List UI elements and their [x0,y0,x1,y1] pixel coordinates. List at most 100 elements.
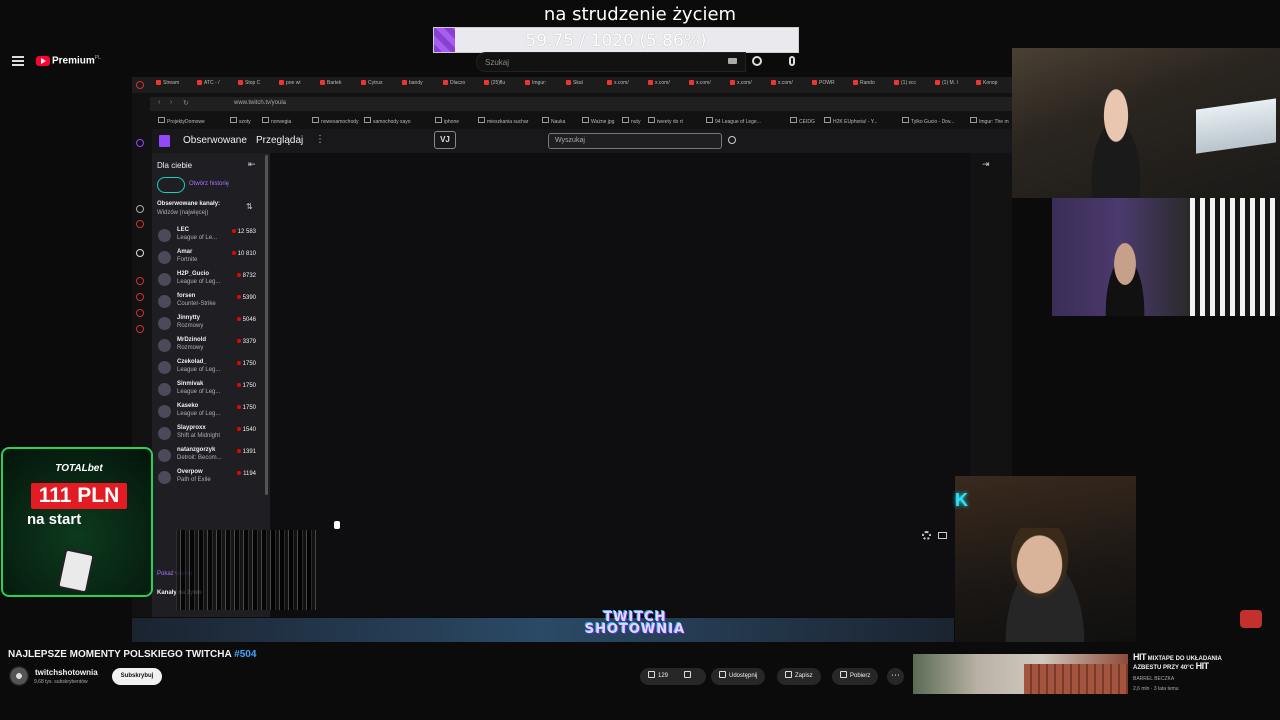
followed-channel-item[interactable]: Amar Fortnite 10 810 [152,247,270,269]
followed-channel-item[interactable]: Kaseko League of Leg... 1750 [152,401,270,423]
followed-channel-item[interactable]: Jinnytty Rozmowy 5046 [152,313,270,335]
twitch-search-input[interactable]: Wyszukaj [548,133,722,149]
video-player[interactable] [270,153,970,617]
expand-chat-icon[interactable]: ⇥ [982,159,990,170]
sidebar-scrollbar[interactable] [265,155,268,495]
youtube-premium-label[interactable]: PremiumPL [52,55,101,66]
channel-name[interactable]: twitchshotownia [35,668,98,677]
gear-ext-icon[interactable] [136,325,144,333]
followed-channel-item[interactable]: forsen Counter-Strike 5390 [152,291,270,313]
clock-ext-icon[interactable] [136,277,144,285]
download-button[interactable]: Pobierz [832,668,879,685]
browser-tab[interactable]: x.com/ [607,80,629,86]
browser-tab[interactable]: Stream [156,80,179,86]
gear-icon[interactable] [922,531,931,540]
microphone-icon[interactable] [789,56,795,66]
like-count[interactable]: 129 [658,673,668,679]
browser-tab[interactable]: Konop [976,80,997,86]
bookmark-ext-icon[interactable] [136,293,144,301]
video-hashtag[interactable]: #504 [234,649,256,660]
bookmark-item[interactable]: samochody xayo [364,117,411,125]
back-icon[interactable]: ‹ [158,99,160,106]
bookmark-item[interactable]: CEIDG [790,117,815,125]
browser-tab[interactable]: poe wi [279,80,300,86]
youtube-search-input[interactable]: Szukaj [476,52,746,72]
browser-tab[interactable]: POWR [812,80,835,86]
recommended-channel[interactable]: BARREL BECZKA [1133,676,1174,682]
subscribe-button[interactable]: Subskrybuj [112,668,162,685]
browser-tab[interactable]: Imgur: [525,80,546,86]
followed-channel-item[interactable]: LEC League of Le... 12 583 [152,225,270,247]
browser-tab[interactable]: Skal [566,80,583,86]
browser-tab[interactable]: x.com/ [771,80,793,86]
history-label[interactable]: Otwórz historię [189,181,229,187]
nav-following[interactable]: Obserwowane [183,135,247,146]
thumbs-up-icon[interactable] [648,671,655,678]
x-ext-icon[interactable] [136,249,144,257]
followed-channel-item[interactable]: Slayproxx Shift at Midnight 1540 [152,423,270,445]
sort-icon[interactable]: ⇅ [246,202,253,211]
recommended-title[interactable]: HIT MIXTAPE DO UKŁADANIA AZBESTU PRZY 40… [1133,653,1263,672]
browser-tab[interactable]: (25)flu [484,80,505,86]
thumbs-down-icon[interactable] [683,671,691,678]
followed-channel-item[interactable]: Overpow Path of Exile 1194 [152,467,270,489]
browser-tab[interactable]: Bartek [320,80,341,86]
lock-ext-icon[interactable] [136,309,144,317]
settings-ext-icon[interactable] [136,205,144,213]
history-ext-icon[interactable] [136,220,144,228]
share-button[interactable]: Udostępnij [711,668,766,685]
url-text[interactable]: www.twitch.tv/youla [234,100,286,106]
theater-mode-icon[interactable] [938,532,947,539]
twitch-ext-icon[interactable] [136,139,144,147]
browser-ext-icon[interactable] [136,81,144,89]
twitch-logo-icon[interactable] [159,135,170,147]
save-button[interactable]: Zapisz [777,668,821,685]
browser-tab[interactable]: x.com/ [689,80,711,86]
browser-tab[interactable]: Cytrus [361,80,382,86]
browser-tab[interactable]: Stop C [238,80,260,86]
bookmark-item[interactable]: nowesamochody [312,117,359,125]
bookmark-item[interactable]: H2K EUphoria! - Y... [824,117,878,125]
followed-channel-item[interactable]: Sinmivak League of Leg... 1750 [152,379,270,401]
bookmark-item[interactable]: Imgur: The m [970,117,1009,125]
youtube-logo-icon[interactable] [36,56,50,66]
twitch-search-button[interactable] [726,133,740,149]
browser-tab[interactable]: bandy [402,80,423,86]
followed-channel-item[interactable]: Czekolad_ League of Leg... 1750 [152,357,270,379]
browser-tab[interactable]: Dlaczo [443,80,465,86]
followed-channel-item[interactable]: H2P_Gucio League of Leg... 8732 [152,269,270,291]
more-icon[interactable]: ⋮ [315,134,325,145]
channel-avatar[interactable] [9,666,29,686]
vj-badge-icon[interactable]: VJ [434,131,456,149]
reload-icon[interactable]: ↻ [183,99,189,107]
browser-tab[interactable]: ATC - / [197,80,219,86]
totalbet-ad[interactable]: TOTALbet 111 PLN na start [1,447,153,597]
search-icon[interactable] [752,56,762,66]
nav-browse[interactable]: Przeglądaj [256,135,303,146]
browser-tab[interactable]: (1) M. I [935,80,958,86]
bookmark-item[interactable]: 94 League of Lege... [706,117,761,125]
followed-channel-item[interactable]: natanzgorzyk Detroit: Becom... 1391 [152,445,270,467]
browser-tab[interactable]: (1) xcc [894,80,916,86]
bookmark-item[interactable]: ProjektyDomowe [158,117,205,125]
followed-channel-item[interactable]: MrDzinold Rozmowy 3379 [152,335,270,357]
more-actions-icon[interactable]: ⋯ [887,668,904,685]
collapse-sidebar-icon[interactable]: ⇤ [248,159,256,170]
bookmark-item[interactable]: mieszkania suchar [478,117,528,125]
keyboard-icon[interactable] [728,58,737,64]
history-toggle[interactable] [157,177,185,193]
bookmark-item[interactable]: tweety do rt [648,117,683,125]
forward-icon[interactable]: › [170,99,172,106]
browser-tab[interactable]: Rando [853,80,875,86]
bookmark-item[interactable]: Nauka [542,117,565,125]
bookmark-item[interactable]: iphone [435,117,459,125]
bookmark-item[interactable]: Ważne jpg [582,117,614,125]
address-bar[interactable]: ‹ › ↻ www.twitch.tv/youla [150,97,1012,111]
browser-tab[interactable]: x.com/ [648,80,670,86]
menu-icon[interactable] [12,56,24,66]
browser-tab[interactable]: x.com/ [730,80,752,86]
bookmark-item[interactable]: nuty [622,117,640,125]
bookmark-item[interactable]: Tylko Gucio - Dov... [902,117,954,125]
bookmark-item[interactable]: szoty [230,117,251,125]
bookmark-item[interactable]: norwegia [262,117,291,125]
